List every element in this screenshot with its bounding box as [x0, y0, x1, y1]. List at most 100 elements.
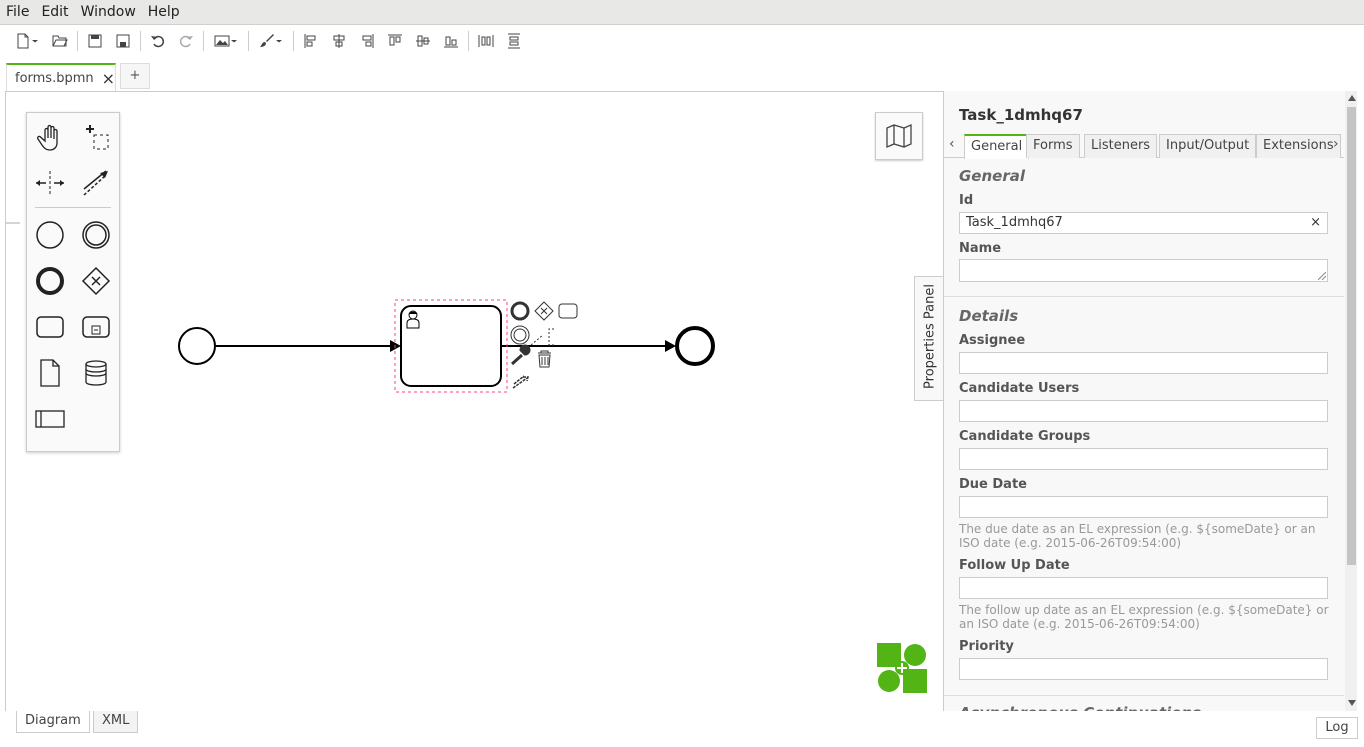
- scrollbar-thumb[interactable]: [1347, 107, 1356, 565]
- priority-field[interactable]: [959, 658, 1328, 680]
- name-field[interactable]: [959, 259, 1328, 282]
- redo-button[interactable]: [172, 28, 200, 54]
- candidate-groups-field[interactable]: [959, 448, 1328, 470]
- toolbar-divider: [140, 31, 141, 51]
- scroll-down-icon[interactable]: [1348, 700, 1356, 706]
- bottom-bar: Diagram XML Log: [0, 711, 1364, 747]
- camunda-logo: [877, 643, 927, 693]
- undo-button[interactable]: [144, 28, 172, 54]
- task-icon: [36, 316, 64, 338]
- tool-palette: [26, 112, 120, 452]
- tabs-prev-arrow[interactable]: ‹: [949, 136, 955, 152]
- end-event[interactable]: [675, 326, 715, 366]
- hand-tool[interactable]: [30, 117, 70, 157]
- add-tab-button[interactable]: +: [120, 63, 150, 89]
- end-event-icon: [36, 267, 64, 295]
- task-tool[interactable]: [30, 307, 70, 347]
- align-bottom-button[interactable]: [437, 28, 465, 54]
- append-text-annotation-icon[interactable]: [530, 328, 554, 346]
- lasso-tool[interactable]: [76, 117, 116, 157]
- start-event[interactable]: [178, 327, 216, 365]
- arrow-head: [665, 340, 676, 352]
- folder-open-icon: [52, 35, 68, 47]
- align-center-icon: [333, 34, 345, 48]
- save-as-button[interactable]: [109, 28, 137, 54]
- minimap-toggle[interactable]: [875, 112, 923, 160]
- start-event-tool[interactable]: [30, 215, 70, 255]
- tab-general[interactable]: General: [964, 134, 1030, 159]
- id-field[interactable]: Task_1dmhq67 ×: [959, 212, 1328, 234]
- space-tool-icon: [36, 171, 64, 195]
- toolbar-divider: [203, 31, 204, 51]
- align-top-icon: [388, 34, 402, 46]
- candidate-users-field[interactable]: [959, 400, 1328, 422]
- export-image-button[interactable]: [207, 28, 245, 54]
- align-middle-button[interactable]: [409, 28, 437, 54]
- clear-id-button[interactable]: ×: [1310, 213, 1321, 233]
- align-right-button[interactable]: [353, 28, 381, 54]
- tab-diagram[interactable]: Diagram: [16, 711, 90, 733]
- menu-help[interactable]: Help: [142, 0, 186, 25]
- assignee-field[interactable]: [959, 352, 1328, 374]
- participant-tool[interactable]: [30, 399, 70, 439]
- bpmn-diagram: [6, 222, 715, 393]
- global-connect-tool[interactable]: [76, 163, 116, 203]
- hand-icon: [37, 124, 58, 151]
- tab-extensions[interactable]: Extensions: [1256, 134, 1341, 158]
- append-task-icon[interactable]: [558, 303, 578, 319]
- log-button[interactable]: Log: [1316, 717, 1358, 739]
- align-top-button[interactable]: [381, 28, 409, 54]
- tab-input-output[interactable]: Input/Output: [1159, 134, 1257, 158]
- chevron-down-icon: [32, 40, 38, 43]
- assignee-label: Assignee: [959, 333, 1026, 348]
- color-button[interactable]: [252, 28, 290, 54]
- tab-listeners[interactable]: Listeners: [1084, 134, 1158, 158]
- distribute-horizontal-button[interactable]: [472, 28, 500, 54]
- trash-icon[interactable]: [538, 350, 551, 368]
- tabs-next-arrow[interactable]: ›: [1333, 136, 1339, 152]
- subprocess-icon: [82, 316, 110, 338]
- align-middle-icon: [416, 35, 430, 47]
- distribute-horizontal-icon: [478, 35, 494, 47]
- section-divider: [944, 296, 1344, 297]
- subprocess-tool[interactable]: [76, 307, 116, 347]
- tab-xml[interactable]: XML: [93, 711, 139, 733]
- paintbrush-icon: [260, 34, 274, 47]
- new-file-icon: [17, 33, 29, 49]
- append-end-event-icon[interactable]: [510, 301, 530, 321]
- properties-panel-toggle[interactable]: Properties Panel: [914, 276, 944, 401]
- end-event-tool[interactable]: [30, 261, 70, 301]
- menu-edit[interactable]: Edit: [35, 0, 74, 25]
- menu-window[interactable]: Window: [75, 0, 142, 25]
- open-file-button[interactable]: [46, 28, 74, 54]
- close-icon[interactable]: ×: [102, 69, 115, 88]
- align-bottom-icon: [444, 36, 458, 48]
- new-file-button[interactable]: [8, 28, 46, 54]
- element-title: Task_1dmhq67: [959, 106, 1083, 124]
- data-object-tool[interactable]: [30, 353, 70, 393]
- wrench-icon[interactable]: [510, 344, 531, 366]
- gateway-tool[interactable]: [76, 261, 116, 301]
- align-center-button[interactable]: [325, 28, 353, 54]
- diagram-canvas[interactable]: [5, 91, 943, 712]
- align-left-button[interactable]: [297, 28, 325, 54]
- tab-forms-bpmn[interactable]: forms.bpmn ×: [6, 63, 116, 92]
- distribute-vertical-button[interactable]: [500, 28, 528, 54]
- start-event-icon: [36, 221, 64, 249]
- section-details: Details: [959, 307, 1019, 325]
- save-button[interactable]: [81, 28, 109, 54]
- follow-up-date-field[interactable]: [959, 577, 1328, 599]
- intermediate-event-icon: [82, 221, 110, 249]
- intermediate-event-tool[interactable]: [76, 215, 116, 255]
- menu-file[interactable]: File: [0, 0, 35, 25]
- distribute-vertical-icon: [508, 33, 520, 49]
- toolbar-divider: [248, 31, 249, 51]
- image-icon: [214, 35, 230, 47]
- tab-forms[interactable]: Forms: [1026, 134, 1080, 158]
- due-date-field[interactable]: [959, 496, 1328, 518]
- space-tool[interactable]: [30, 163, 70, 203]
- connect-icon[interactable]: [512, 375, 529, 389]
- scroll-up-icon[interactable]: [1348, 95, 1356, 101]
- data-store-tool[interactable]: [76, 353, 116, 393]
- save-icon: [88, 34, 102, 48]
